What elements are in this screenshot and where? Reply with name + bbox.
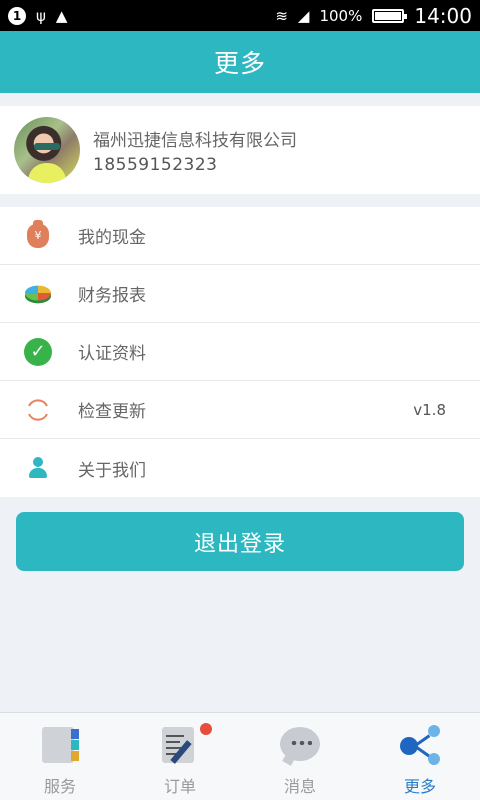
tab-label: 消息: [283, 777, 316, 796]
check-circle-icon: ✓: [24, 337, 52, 366]
share-nodes-icon: [400, 725, 440, 765]
warning-icon: ▲: [55, 6, 68, 25]
wifi-icon: ≋: [275, 6, 288, 25]
clock: 14:00: [414, 3, 472, 28]
tab-orders[interactable]: 订单: [120, 713, 240, 800]
tab-messages[interactable]: 消息: [240, 713, 360, 800]
notification-dot: [200, 723, 212, 735]
status-bar: 1 ψ ▲ ≋ ◢ 100% 14:00: [0, 0, 480, 31]
order-edit-icon: [160, 723, 212, 765]
tab-service[interactable]: 服务: [0, 713, 120, 800]
version-number: v1.8: [413, 400, 446, 419]
service-card-icon: [40, 725, 80, 765]
pie-chart-icon: [24, 280, 52, 308]
avatar-glasses: [34, 143, 60, 150]
app-header: 更多: [0, 31, 480, 93]
usb-icon: ψ: [36, 6, 46, 25]
profile-card[interactable]: 福州迅捷信息科技有限公司 18559152323: [0, 106, 480, 194]
avatar-shirt: [28, 163, 66, 183]
page-title: 更多: [213, 49, 266, 78]
profile-info: 福州迅捷信息科技有限公司 18559152323: [93, 126, 297, 175]
tab-more[interactable]: 更多: [360, 713, 480, 800]
settings-menu: ¥ 我的现金 财务报表 ✓ 认证资料 检查更新 v1.8 关于我们: [0, 207, 480, 497]
phone-number: 18559152323: [93, 154, 218, 175]
message-bubble-icon: [280, 725, 320, 765]
signal-icon: ◢: [297, 6, 310, 25]
menu-item-label: 检查更新: [78, 402, 146, 422]
check-glyph: ✓: [24, 337, 52, 366]
tab-label: 更多: [403, 777, 436, 796]
menu-item-about-us[interactable]: 关于我们: [0, 439, 480, 497]
menu-item-certification[interactable]: ✓ 认证资料: [0, 323, 480, 381]
menu-item-label: 关于我们: [78, 460, 146, 481]
battery-icon: [372, 8, 408, 23]
menu-item-check-update[interactable]: 检查更新 v1.8: [0, 381, 480, 439]
money-bag-icon: ¥: [24, 219, 52, 250]
menu-item-label: 财务报表: [78, 286, 146, 306]
logout-button[interactable]: 退出登录: [16, 512, 464, 571]
menu-item-financial-report[interactable]: 财务报表: [0, 265, 480, 323]
avatar[interactable]: [14, 117, 80, 183]
bottom-tab-bar: 服务 订单 消息 更多: [0, 712, 480, 800]
refresh-icon: [24, 396, 52, 424]
battery-percent: 100%: [319, 6, 363, 25]
tab-label: 订单: [163, 777, 196, 796]
money-bag-glyph: ¥: [27, 219, 49, 248]
notification-count-icon: 1: [8, 6, 26, 25]
tab-label: 服务: [43, 777, 76, 796]
menu-item-label: 认证资料: [78, 344, 146, 364]
menu-item-cash[interactable]: ¥ 我的现金: [0, 207, 480, 265]
menu-item-label: 我的现金: [78, 228, 146, 248]
company-name: 福州迅捷信息科技有限公司: [93, 130, 297, 151]
person-icon: [24, 454, 52, 482]
